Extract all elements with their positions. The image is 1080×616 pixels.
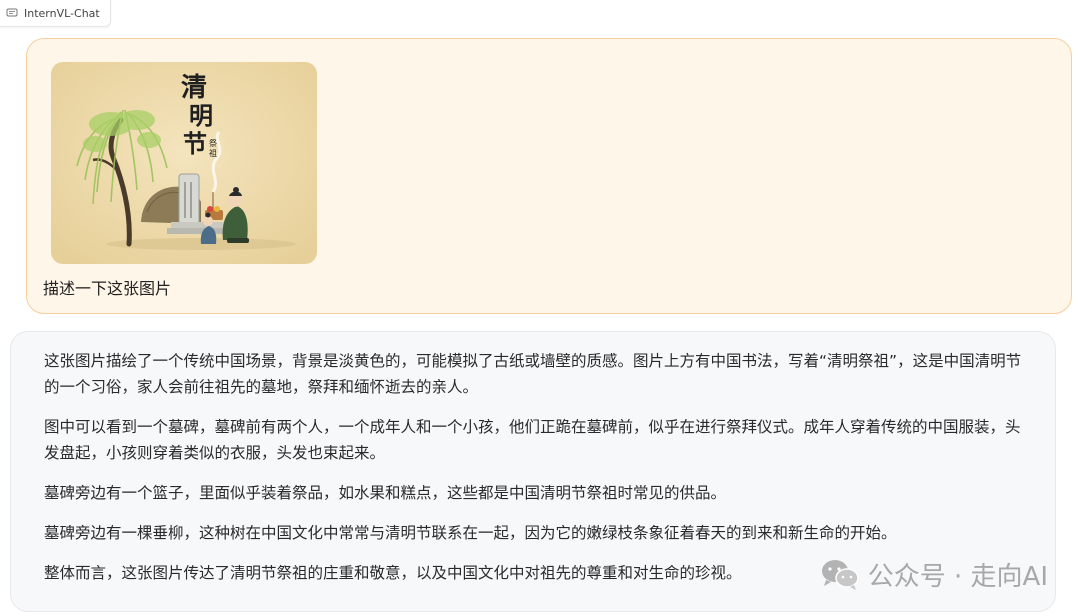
chat-bubble-icon [6,8,18,17]
qingming-illustration: 清 明 节 祭 祖 [51,62,317,264]
calligraphy-small: 祭 [209,138,217,148]
assistant-paragraph: 墓碑旁边有一个篮子，里面似乎装着祭品，如水果和糕点，这些都是中国清明节祭祖时常见… [44,484,727,502]
watermark: 公众号 · 走向AI [820,556,1048,593]
assistant-paragraph: 图中可以看到一个墓碑，墓碑前有两个人，一个成年人和一个小孩，他们正跪在墓碑前，似… [44,418,1021,462]
watermark-text: 公众号 · 走向AI [867,562,1048,592]
wechat-icon [821,559,859,590]
uploaded-image[interactable]: 清 明 节 祭 祖 [51,62,317,264]
user-message: 清 明 节 祭 祖 描述一下这张图片 [26,38,1072,314]
chat-tab[interactable]: InternVL-Chat [0,0,111,27]
calligraphy-char-2: 明 [189,101,213,130]
assistant-paragraph: 这张图片描绘了一个传统中国场景，背景是淡黄色的，可能模拟了古纸或墙壁的质感。图片… [44,352,1022,396]
tab-title: InternVL-Chat [24,6,100,20]
calligraphy-char-1: 清 [181,73,207,103]
svg-text:祖: 祖 [209,148,217,158]
calligraphy-char-3: 节 [183,129,207,158]
assistant-paragraph: 墓碑旁边有一棵垂柳，这种树在中国文化中常常与清明节联系在一起，因为它的嫩绿枝条象… [44,524,897,542]
user-prompt-text: 描述一下这张图片 [43,279,172,298]
